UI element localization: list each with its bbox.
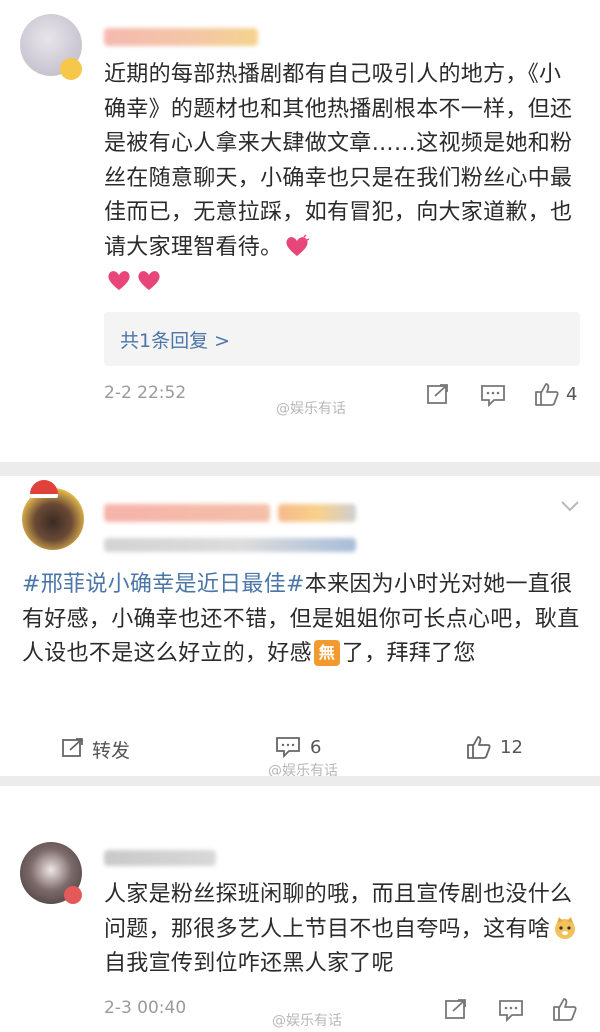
chevron-down-icon[interactable] bbox=[560, 500, 580, 512]
comment-card-2: #邢菲说小确幸是近日最佳#本来因为小时光对她一直很有好感，小确幸也还不错，但是姐… bbox=[0, 476, 600, 779]
post-text: #邢菲说小确幸是近日最佳#本来因为小时光对她一直很有好感，小确幸也还不错，但是姐… bbox=[22, 572, 580, 666]
comment-text: 人家是粉丝探班闲聊的哦，而且宣传剧也没什么问题，那很多艺人上节目不也自夸吗，这有… bbox=[104, 878, 580, 982]
comment-text: 近期的每部热播剧都有自己吸引人的地方，《小确幸》的题材也和其他热播剧根本不一样，… bbox=[104, 58, 580, 300]
timestamp: 2-2 22:52 bbox=[104, 383, 187, 403]
like-icon[interactable] bbox=[552, 996, 578, 1022]
reply-thread-link[interactable]: 共1条回复 > bbox=[104, 312, 580, 366]
separator bbox=[0, 462, 600, 476]
heart-emoji-icon bbox=[108, 271, 130, 290]
share-icon[interactable] bbox=[426, 383, 450, 405]
verified-badge-icon bbox=[64, 886, 82, 904]
reply-count-label: 共1条回复 > bbox=[120, 330, 231, 352]
comment-card-3: 人家是粉丝探班闲聊的哦，而且宣传剧也没什么问题，那很多艺人上节目不也自夸吗，这有… bbox=[0, 786, 600, 1032]
doge-emoji-icon bbox=[555, 916, 576, 939]
wu-badge-icon: 無 bbox=[313, 640, 340, 666]
comment-icon[interactable] bbox=[480, 383, 506, 407]
vip-badge-icon bbox=[60, 58, 82, 80]
user-badges-blurred bbox=[278, 504, 356, 522]
share-icon[interactable] bbox=[444, 998, 468, 1020]
like-count: 4 bbox=[566, 384, 578, 405]
like-icon[interactable] bbox=[534, 381, 560, 407]
watermark: @娱乐有话 bbox=[276, 401, 346, 417]
like-icon[interactable] bbox=[466, 734, 492, 760]
repost-label[interactable]: 转发 bbox=[92, 736, 130, 763]
username-blurred[interactable] bbox=[104, 28, 258, 46]
comment-icon[interactable] bbox=[498, 998, 524, 1022]
hashtag-link[interactable]: #邢菲说小确幸是近日最佳# bbox=[22, 572, 305, 597]
heart-emoji-icon bbox=[286, 233, 310, 256]
repost-icon[interactable] bbox=[62, 738, 84, 758]
comment-count: 6 bbox=[310, 737, 322, 758]
heart-emoji-icon bbox=[138, 271, 160, 290]
santa-hat-icon bbox=[30, 480, 58, 498]
like-count: 12 bbox=[500, 737, 523, 758]
timestamp: 2-3 00:40 bbox=[104, 998, 187, 1018]
comment-card-1: 近期的每部热播剧都有自己吸引人的地方，《小确幸》的题材也和其他热播剧根本不一样，… bbox=[0, 0, 600, 462]
separator bbox=[0, 776, 600, 786]
watermark: @娱乐有话 bbox=[272, 1013, 342, 1029]
username-blurred[interactable] bbox=[104, 504, 270, 522]
username-blurred[interactable] bbox=[104, 850, 216, 866]
comment-icon[interactable] bbox=[276, 736, 300, 758]
post-meta-blurred bbox=[104, 538, 356, 552]
